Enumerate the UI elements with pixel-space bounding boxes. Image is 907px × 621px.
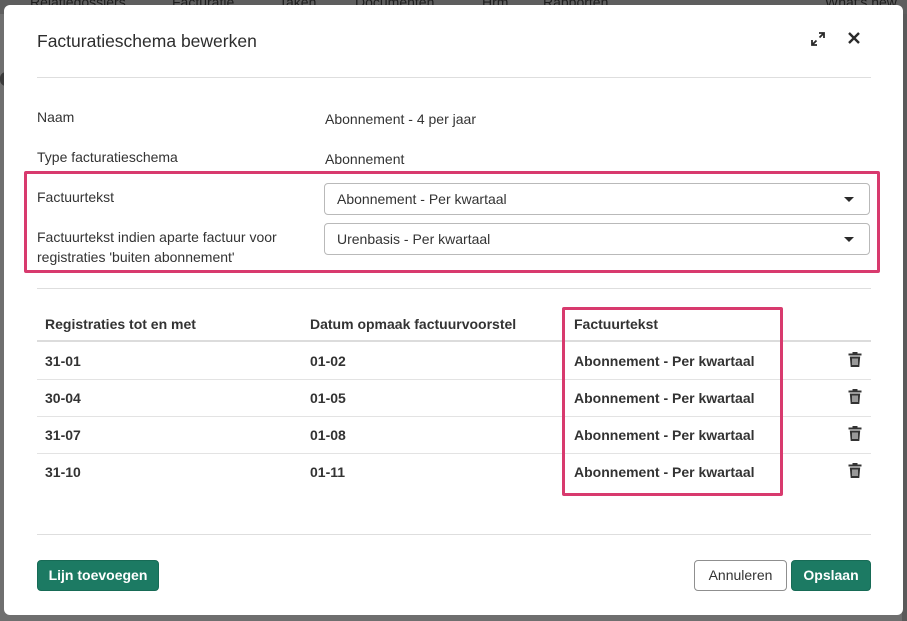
save-button[interactable]: Opslaan — [791, 560, 871, 591]
cancel-button[interactable]: Annuleren — [694, 560, 787, 591]
cell-factuurtekst: Abonnement - Per kwartaal — [574, 464, 755, 480]
naam-label: Naam — [37, 109, 75, 125]
chevron-down-icon — [844, 197, 854, 202]
cell-factuurtekst: Abonnement - Per kwartaal — [574, 353, 755, 369]
factuurtekst-apart-selected-value: Urenbasis - Per kwartaal — [337, 231, 491, 247]
header-divider — [37, 77, 871, 78]
cell-factuurtekst: Abonnement - Per kwartaal — [574, 427, 755, 443]
trash-icon[interactable] — [848, 426, 862, 441]
trash-icon[interactable] — [848, 352, 862, 367]
type-value: Abonnement — [325, 151, 405, 167]
column-header-datum: Datum opmaak factuurvoorstel — [310, 316, 517, 332]
trash-icon[interactable] — [848, 463, 862, 478]
factuurtekst-select[interactable]: Abonnement - Per kwartaal — [324, 183, 870, 215]
footer-divider — [37, 534, 871, 535]
factuurtekst-apart-label-line1: Factuurtekst indien aparte factuur voor — [37, 229, 277, 245]
cell-tot-en-met: 31-07 — [45, 427, 81, 443]
factuurtekst-selected-value: Abonnement - Per kwartaal — [337, 191, 507, 207]
factuurtekst-apart-select[interactable]: Urenbasis - Per kwartaal — [324, 223, 870, 255]
column-header-registraties: Registraties tot en met — [45, 316, 196, 332]
chevron-down-icon — [844, 237, 854, 242]
trash-icon[interactable] — [848, 389, 862, 404]
type-label: Type facturatieschema — [37, 149, 178, 165]
factuurtekst-apart-label-line2: registraties 'buiten abonnement' — [37, 249, 235, 265]
cell-tot-en-met: 30-04 — [45, 390, 81, 406]
cell-datum: 01-02 — [310, 353, 346, 369]
cell-datum: 01-05 — [310, 390, 346, 406]
factuurtekst-apart-label: Factuurtekst indien aparte factuur voor … — [37, 227, 277, 267]
table-header-divider — [37, 340, 871, 342]
factuurtekst-label: Factuurtekst — [37, 189, 115, 205]
row-divider — [37, 453, 871, 454]
column-header-factuurtekst: Factuurtekst — [574, 316, 659, 332]
add-line-button[interactable]: Lijn toevoegen — [37, 560, 159, 591]
close-icon[interactable] — [846, 30, 862, 46]
row-divider — [37, 416, 871, 417]
cell-datum: 01-11 — [310, 464, 346, 480]
section-divider — [37, 288, 871, 289]
cell-factuurtekst: Abonnement - Per kwartaal — [574, 390, 755, 406]
edit-billing-schedule-modal: Facturatieschema bewerken Naam Abonnemen… — [4, 5, 903, 615]
row-divider — [37, 379, 871, 380]
naam-value: Abonnement - 4 per jaar — [325, 111, 476, 127]
modal-title: Facturatieschema bewerken — [37, 31, 257, 51]
cell-tot-en-met: 31-01 — [45, 353, 81, 369]
cell-tot-en-met: 31-10 — [45, 464, 81, 480]
expand-icon[interactable] — [810, 31, 826, 47]
cell-datum: 01-08 — [310, 427, 346, 443]
